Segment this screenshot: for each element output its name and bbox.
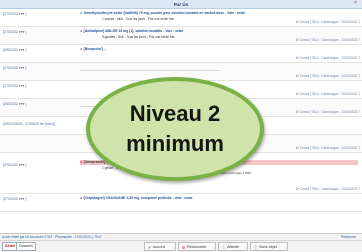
badge-line-2: minimum — [126, 131, 224, 156]
medication-name[interactable]: ● [Clopidogrel] CRAVIXANE 1,25 mg, compri… — [80, 196, 330, 201]
renouveler-button[interactable]: ⊘ Renouveler — [178, 241, 216, 251]
window-header: Par Ús × — [0, 0, 362, 9]
row-date[interactable]: [28/01/22 ▾▾▾ ] — [3, 102, 63, 106]
bullet-icon: ● — [80, 11, 83, 15]
sans-objet-label: Sans objet — [259, 244, 277, 249]
bullet-icon: ● — [80, 29, 83, 33]
bullet-icon: ● — [80, 196, 83, 200]
info-icon: ⓘ — [253, 244, 258, 250]
bullet-icon: ● — [80, 47, 83, 51]
badge-line-1: Niveau 2 — [129, 101, 221, 126]
bullet-icon: ● — [80, 160, 83, 164]
warning-icon: ⚠ — [221, 244, 226, 250]
accord-label: Accord — [153, 244, 165, 249]
medication-label: [Bisoprolol] ... — [83, 47, 107, 51]
level-badge: Niveau 2 minimum — [86, 77, 264, 181]
row-date[interactable]: [28/01/2020 - 27/05/20 ▾▾ (Non)] — [3, 122, 63, 126]
medication-name[interactable]: ● Dimethylsulfoxyle sodié (NA6006) 75 mg,… — [80, 11, 330, 16]
row-divider — [80, 70, 220, 71]
row-date[interactable]: [27/01/22 ▾▾▾ ] — [3, 12, 63, 16]
row-date[interactable]: [27/01/22 ▾▾▾ ] — [3, 66, 63, 70]
tab-dossiers[interactable]: Dossiers — [16, 242, 36, 251]
row-date[interactable]: [27/01/22 ▾▾▾ ] — [3, 197, 63, 201]
renouveler-label: Renouveler — [187, 244, 207, 249]
window-title: Par Ús — [173, 1, 189, 7]
medication-label: [Clopidogrel] CRAVIXANE 1,25 mg, comprim… — [83, 196, 193, 200]
list-item[interactable]: [27/01/22 ▾▾▾ ] ● [Clopidogrel] CRAVIXANE… — [0, 194, 362, 212]
status-bar: Accès limité par MI Accessed 27/07 - Pha… — [0, 233, 362, 240]
prescriber: Dr Cervia (TSU) - Cardiologue - 10/01/20… — [295, 56, 360, 60]
medication-name[interactable]: ● [Amlodipine] AMLOR 10 mg (1), solution … — [80, 29, 330, 34]
prescriber: Dr Cervia (TSU) - Cardiologue - 10/01/20… — [295, 74, 360, 78]
sans-objet-button[interactable]: ⓘ Sans objet — [250, 241, 288, 251]
medication-name[interactable]: ● [Bisoprolol] ... — [80, 47, 330, 52]
medication-label: [Amlodipine] AMLOR 10 mg (1), solution b… — [83, 29, 184, 33]
list-item[interactable]: [28/01/22 ▾▾▾ ] ● [Bisoprolol] ... Dr Cer… — [0, 45, 362, 63]
bottom-toolbar: Détail Dossiers ✔ Accord ⊘ Renouveler ⚠ … — [0, 240, 362, 252]
renew-icon: ⊘ — [181, 244, 186, 250]
close-icon[interactable]: × — [353, 1, 358, 6]
prescriber: Dr Cervia (TSU) - Cardiologue - 10/01/20… — [295, 187, 360, 191]
access-info: Accès limité par MI Accessed 27/07 - Pha… — [2, 235, 102, 239]
row-date[interactable]: [27/01/22 ▾▾▾ ] — [3, 163, 63, 167]
list-item[interactable]: [27/01/22 ▾▾▾ ] ● [Amlodipine] AMLOR 10 m… — [0, 27, 362, 45]
presences-link[interactable]: Présences — [341, 235, 356, 239]
prescriber: Dr Cervia (TSU) - Cardiologue - 10/01/20… — [295, 92, 360, 96]
accord-button[interactable]: ✔ Accord — [144, 241, 176, 251]
row-date[interactable]: [27/01/22 ▾▾▾ ] — [3, 30, 63, 34]
attente-label: Attente — [227, 244, 240, 249]
attente-button[interactable]: ⚠ Attente — [218, 241, 248, 251]
medication-label: Dimethylsulfoxyle sodié (NA6006) 75 mg, … — [83, 11, 246, 15]
row-date[interactable]: [28/01/22 ▾▾▾ ] — [3, 48, 63, 52]
check-icon: ✔ — [147, 244, 152, 250]
row-date[interactable]: [27/01/22 ▾▾▾ ] — [3, 84, 63, 88]
prescriber: Dr Cervia (TSU) - Cardiologue - 10/01/20… — [295, 20, 360, 24]
prescriber: Dr Cervia (TSU) - Cardiologue - 10/01/20… — [295, 38, 360, 42]
list-item[interactable]: [27/01/22 ▾▾▾ ] ● Dimethylsulfoxyle sodié… — [0, 9, 362, 27]
